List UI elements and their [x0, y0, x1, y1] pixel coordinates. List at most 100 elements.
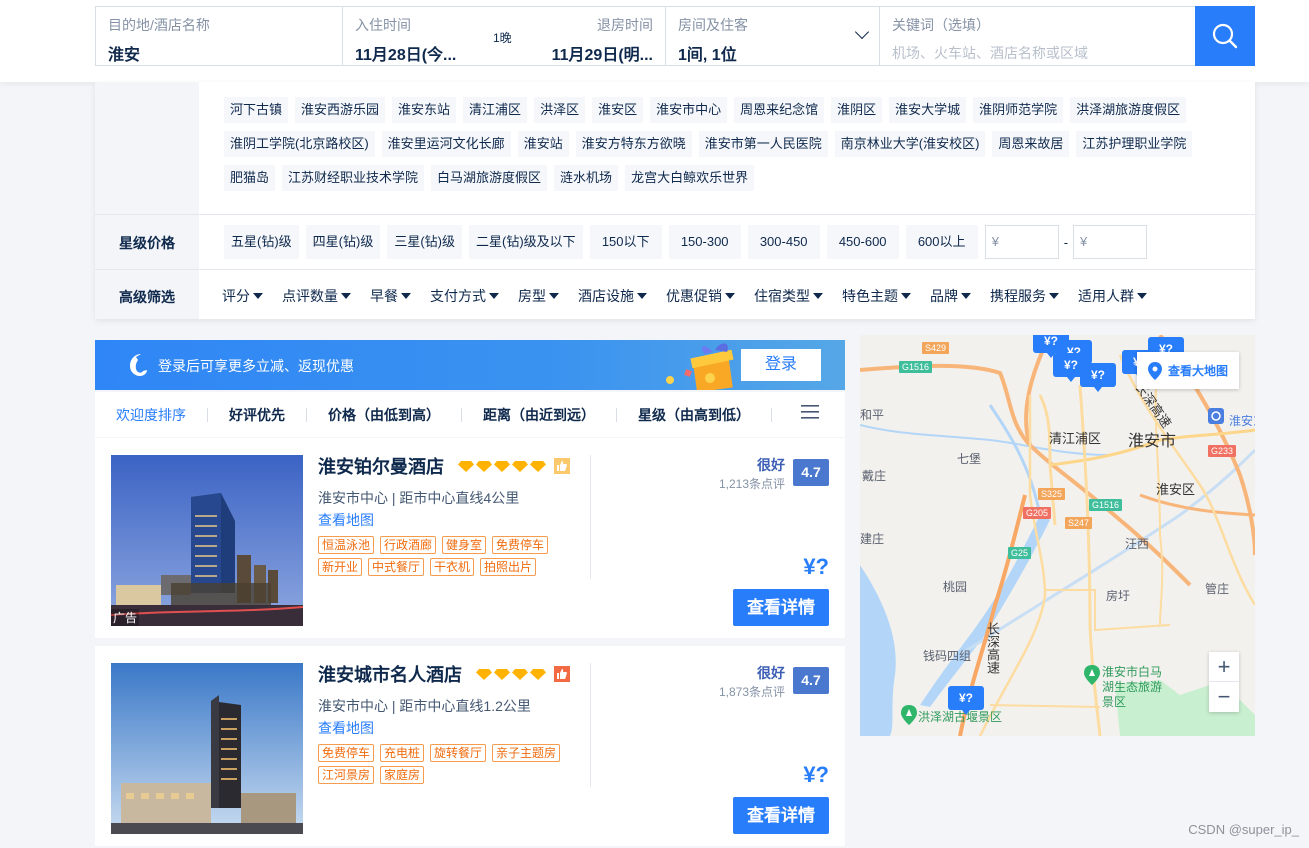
location-tag[interactable]: 淮安市中心	[650, 97, 728, 123]
map-base	[860, 335, 1255, 736]
hotel-photo[interactable]: 广告	[111, 455, 303, 626]
sort-option[interactable]: 好评优先	[229, 405, 285, 425]
destination-value[interactable]: 淮安	[108, 41, 330, 65]
advanced-filter-dropdown[interactable]: 携程服务	[990, 286, 1059, 306]
location-tag[interactable]: 南京林业大学(淮安校区)	[834, 131, 986, 157]
price-range-option[interactable]: 150-300	[668, 225, 741, 259]
sort-option[interactable]: 星级（由高到低）	[638, 405, 750, 425]
price-range-option[interactable]: 600以上	[905, 225, 978, 259]
menu-icon[interactable]	[801, 405, 819, 424]
advanced-filter-dropdown[interactable]: 住宿类型	[754, 286, 823, 306]
review-count[interactable]: 1,873条点评	[719, 683, 785, 700]
max-price-input[interactable]: ¥	[1073, 225, 1148, 259]
location-tag[interactable]: 涟水机场	[554, 165, 619, 191]
hotel-card[interactable]: 淮安城市名人酒店 淮安市中心 | 距市中心直线1.2公里 查看地图 免费停车 充电桩 旋转…	[95, 646, 845, 846]
view-map-link[interactable]: 查看地图	[318, 510, 588, 530]
location-tag[interactable]: 淮阴区	[831, 97, 883, 123]
advanced-filter-dropdown[interactable]: 品牌	[930, 286, 971, 306]
location-tag[interactable]: 周恩来纪念馆	[734, 97, 825, 123]
advanced-filter-dropdown[interactable]: 评分	[222, 286, 263, 306]
star-price-label: 星级价格	[119, 235, 175, 251]
sort-option[interactable]: 价格（由低到高）	[328, 405, 440, 425]
star-level-option[interactable]: 五星(钻)级	[224, 225, 299, 259]
keyword-input[interactable]: 机场、火车站、酒店名称或区域	[892, 43, 1183, 63]
location-tag[interactable]: 洪泽区	[534, 97, 586, 123]
location-tag[interactable]: 周恩来故居	[992, 131, 1070, 157]
score-badge: 4.7	[793, 667, 829, 694]
checkout-value[interactable]: 11月29日(明...	[552, 41, 653, 65]
map-label: 淮安市	[1128, 433, 1177, 450]
location-tag[interactable]: 淮安大学城	[889, 97, 967, 123]
road-shield: S247	[1065, 517, 1093, 529]
rooms-value[interactable]: 1间, 1位	[678, 41, 867, 65]
location-tag[interactable]: 河下古镇	[224, 97, 289, 123]
top-search-bar: 目的地/酒店名称 淮安 入住时间 11月28日(今... 1晚 退房时间 11月…	[0, 0, 1309, 82]
hotel-name[interactable]: 淮安城市名人酒店	[318, 661, 462, 687]
advanced-filter-dropdown[interactable]: 房型	[518, 286, 559, 306]
review-count[interactable]: 1,213条点评	[719, 475, 785, 492]
location-tag[interactable]: 白马湖旅游度假区	[431, 165, 548, 191]
location-tag[interactable]: 淮安站	[517, 131, 569, 157]
location-tag[interactable]: 淮阴工学院(北京路校区)	[224, 131, 375, 157]
sort-option[interactable]: 距离（由近到远）	[483, 405, 595, 425]
advanced-filter-label: 高级筛选	[119, 289, 175, 305]
advanced-filter-label: 评分	[222, 288, 250, 304]
sort-divider	[771, 407, 772, 422]
location-tag[interactable]: 洪泽湖旅游度假区	[1070, 97, 1187, 123]
location-tag[interactable]: 淮安里运河文化长廊	[381, 131, 511, 157]
advanced-filter-dropdown[interactable]: 酒店设施	[578, 286, 647, 306]
location-tag[interactable]: 江苏护理职业学院	[1076, 131, 1193, 157]
advanced-filter-dropdown[interactable]: 支付方式	[430, 286, 499, 306]
search-button[interactable]	[1195, 6, 1255, 66]
star-level-option[interactable]: 四星(钻)级	[305, 225, 381, 259]
rooms-guests-field[interactable]: 房间及住客 1间, 1位	[666, 7, 880, 65]
price-range-option[interactable]: 450-600	[826, 225, 899, 259]
zoom-in-button[interactable]: +	[1209, 652, 1239, 682]
diamond-icon	[458, 456, 474, 477]
diamond-icon	[530, 664, 546, 685]
hotel-price-marker[interactable]: ¥?	[948, 686, 984, 715]
location-tag[interactable]: 淮阴师范学院	[973, 97, 1064, 123]
hotel-name[interactable]: 淮安铂尔曼酒店	[318, 453, 444, 479]
advanced-filter-label: 携程服务	[990, 288, 1046, 304]
advanced-filter-dropdown[interactable]: 优惠促销	[666, 286, 735, 306]
location-tag[interactable]: 清江浦区	[463, 97, 528, 123]
diamond-icon	[476, 456, 492, 477]
location-tag[interactable]: 江苏财经职业技术学院	[282, 165, 425, 191]
location-tag[interactable]: 淮安东站	[392, 97, 457, 123]
price-range-option[interactable]: 300-450	[747, 225, 820, 259]
view-map-link[interactable]: 查看地图	[318, 718, 588, 738]
location-tag[interactable]: 淮安方特东方欲晓	[575, 131, 692, 157]
star-level-option[interactable]: 二星(钻)级及以下	[469, 225, 583, 259]
map-panel[interactable]: S429 G1516 G1516 S325 G205 S247 G25 G233…	[860, 335, 1255, 736]
advanced-filter-dropdown[interactable]: 特色主题	[842, 286, 911, 306]
location-tag[interactable]: 龙宫大白鲸欢乐世界	[625, 165, 755, 191]
keyword-field[interactable]: 关键词（选填） 机场、火车站、酒店名称或区域	[880, 7, 1195, 65]
location-tag[interactable]: 肥猫岛	[224, 165, 276, 191]
hotel-card[interactable]: 广告 淮安铂尔曼酒店 淮安市中心 | 距市中心直线4公里 查看地图 恒温泳池 行政酒廊 健身…	[95, 438, 845, 638]
advanced-filter-dropdown[interactable]: 点评数量	[282, 286, 351, 306]
advanced-filter-dropdown[interactable]: 适用人群	[1078, 286, 1147, 306]
price-range-option[interactable]: 150以下	[589, 225, 662, 259]
zoom-out-button[interactable]: −	[1209, 682, 1239, 712]
score-badge: 4.7	[793, 459, 829, 486]
location-tag[interactable]: 淮安区	[592, 97, 644, 123]
destination-field[interactable]: 目的地/酒店名称 淮安	[96, 7, 343, 65]
hotel-name-row: 淮安城市名人酒店	[318, 661, 588, 687]
date-field[interactable]: 入住时间 11月28日(今... 1晚 退房时间 11月29日(明...	[343, 7, 666, 65]
login-button[interactable]: 登录	[741, 349, 821, 381]
advanced-filter-dropdown[interactable]: 早餐	[370, 286, 411, 306]
hotel-price-marker[interactable]: ¥?	[1080, 363, 1116, 392]
min-price-input[interactable]: ¥	[984, 225, 1059, 259]
location-tag[interactable]: 淮安市第一人民医院	[698, 131, 828, 157]
view-details-button[interactable]: 查看详情	[733, 797, 829, 834]
star-level-option[interactable]: 三星(钻)级	[387, 225, 463, 259]
view-large-map-button[interactable]: 查看大地图	[1137, 352, 1239, 389]
view-details-button[interactable]: 查看详情	[733, 589, 829, 626]
sort-option[interactable]: 欢迎度排序	[116, 405, 186, 425]
sort-divider	[461, 407, 462, 422]
view-large-map-label: 查看大地图	[1167, 364, 1228, 378]
hotel-photo[interactable]	[111, 663, 303, 834]
map-label: 房圩	[1106, 589, 1131, 603]
location-tag[interactable]: 淮安西游乐园	[295, 97, 386, 123]
